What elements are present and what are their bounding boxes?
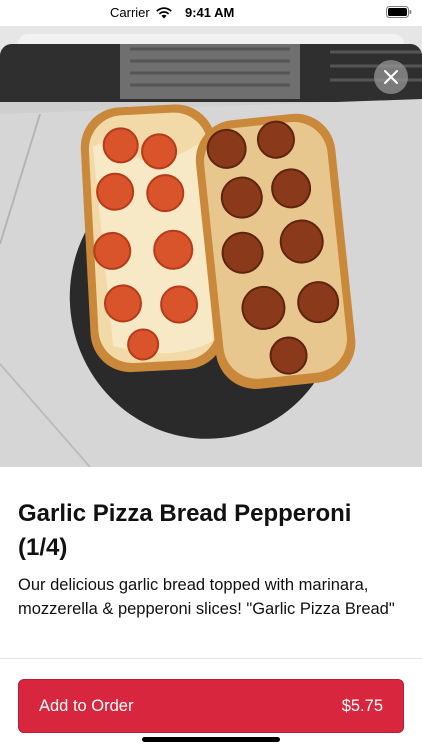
status-left: Carrier bbox=[110, 5, 172, 20]
order-footer: Add to Order $5.75 bbox=[0, 658, 422, 750]
battery-icon bbox=[386, 6, 412, 18]
product-title: Garlic Pizza Bread Pepperoni (1/4) bbox=[18, 500, 352, 561]
status-bar: Carrier 9:41 AM bbox=[0, 0, 422, 26]
close-icon bbox=[384, 70, 398, 84]
product-sheet: Garlic Pizza Bread Pepperoni (1/4) Our d… bbox=[0, 44, 422, 750]
add-to-order-button[interactable]: Add to Order $5.75 bbox=[18, 679, 404, 733]
price-label: $5.75 bbox=[341, 696, 383, 715]
product-details: Garlic Pizza Bread Pepperoni (1/4) Our d… bbox=[0, 467, 422, 621]
status-time: 9:41 AM bbox=[185, 5, 235, 20]
product-image bbox=[0, 44, 422, 467]
wifi-icon bbox=[155, 6, 172, 18]
home-indicator bbox=[142, 737, 280, 742]
add-to-order-label: Add to Order bbox=[39, 696, 134, 715]
close-button[interactable] bbox=[374, 60, 408, 94]
product-description: Our delicious garlic bread topped with m… bbox=[18, 576, 395, 618]
carrier-label: Carrier bbox=[110, 5, 150, 20]
product-photo-icon bbox=[0, 44, 422, 467]
